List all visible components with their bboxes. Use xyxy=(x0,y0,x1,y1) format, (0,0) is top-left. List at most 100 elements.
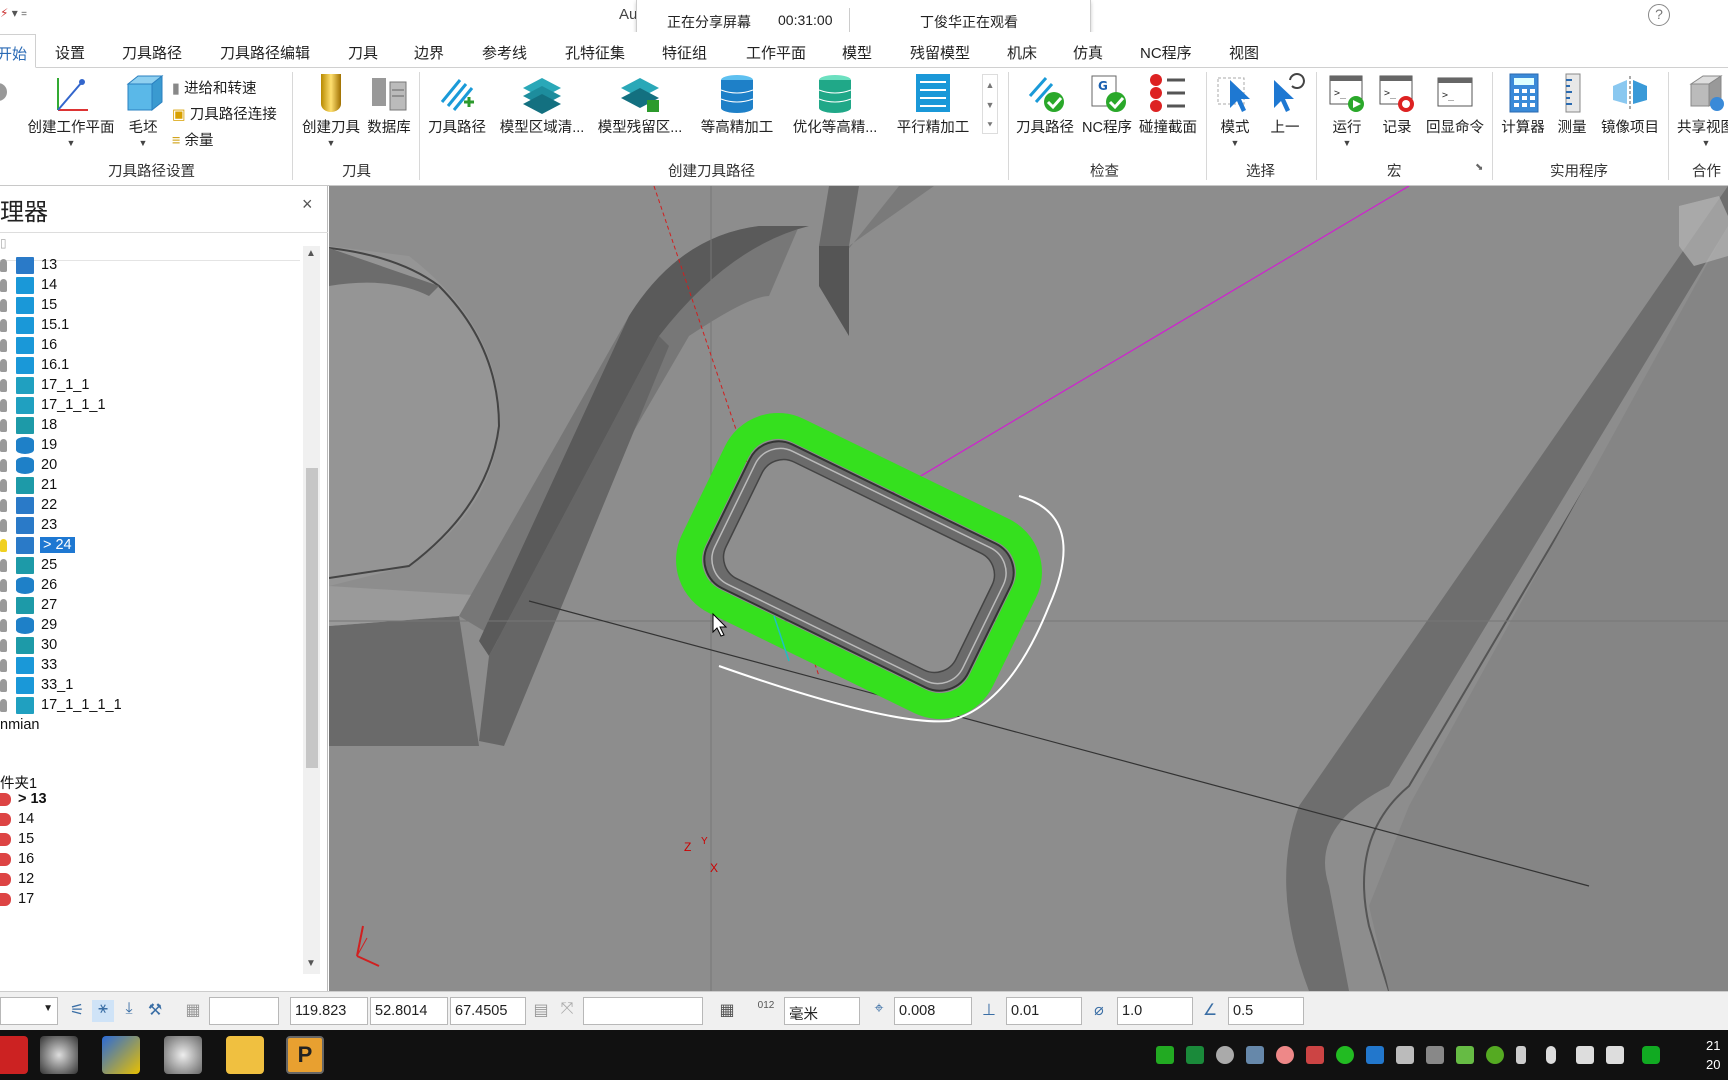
taskbar-app-powermill[interactable]: P xyxy=(286,1036,324,1074)
visibility-bulb-icon[interactable] xyxy=(0,619,7,632)
coordinate-y[interactable]: 52.8014 xyxy=(370,997,448,1025)
view-mode-icon[interactable]: ⚟ xyxy=(66,1000,88,1022)
visibility-bulb-icon[interactable] xyxy=(0,699,7,712)
scroll-down-icon[interactable]: ▼ xyxy=(306,958,316,969)
tab-stock-model[interactable]: 残留模型 xyxy=(910,42,970,63)
macro-record-button[interactable]: >_ 记录 xyxy=(1374,72,1420,137)
tray-app3-icon[interactable] xyxy=(1366,1046,1384,1064)
raster-finishing-button[interactable]: 平行精加工 xyxy=(892,72,974,137)
visibility-bulb-icon[interactable] xyxy=(0,319,7,332)
taskbar-app-partial[interactable] xyxy=(0,1036,28,1074)
stepover-field[interactable]: 0.01 xyxy=(1006,997,1082,1025)
workplane-dropdown[interactable]: ▼ xyxy=(0,997,58,1025)
toolpath-tree-item[interactable]: 17_1_1_1 xyxy=(0,396,300,416)
grid-icon[interactable]: ▦ xyxy=(182,1000,204,1022)
constant-z-finishing-button[interactable]: 等高精加工 xyxy=(696,72,778,137)
visibility-bulb-icon[interactable] xyxy=(0,339,7,352)
toolpath-tree-item[interactable]: 25 xyxy=(0,556,300,576)
select-previous-button[interactable]: 上一 xyxy=(1262,72,1308,137)
tray-volume-icon[interactable] xyxy=(1576,1046,1594,1064)
tolerance-field[interactable]: 0.008 xyxy=(894,997,972,1025)
tab-reference[interactable]: 参考线 xyxy=(482,42,527,63)
model-area-clearance-button[interactable]: 模型区域清... xyxy=(496,72,588,137)
tray-network-icon[interactable] xyxy=(1246,1046,1264,1064)
gear-partial-button[interactable] xyxy=(0,72,14,114)
tab-simulation[interactable]: 仿真 xyxy=(1073,42,1103,63)
toolpath-tree-item[interactable]: 16 xyxy=(0,336,300,356)
leads-links-button[interactable]: ▮ 进给和转速 xyxy=(172,77,257,98)
tray-cloud-icon[interactable] xyxy=(1216,1046,1234,1064)
toolpath-tree-item[interactable]: 18 xyxy=(0,416,300,436)
toolpath-tree-item[interactable]: 19 xyxy=(0,436,300,456)
tab-tool[interactable]: 刀具 xyxy=(348,42,378,63)
visibility-bulb-icon[interactable] xyxy=(0,419,7,432)
empty-input[interactable] xyxy=(583,997,703,1025)
database-button[interactable]: 数据库 xyxy=(364,72,414,137)
stock-button[interactable]: 毛坯 ▼ xyxy=(122,72,164,148)
toolpath-tree-item[interactable]: 27 xyxy=(0,596,300,616)
coordinate-x[interactable]: 119.823 xyxy=(290,997,368,1025)
coordinate-z[interactable]: 67.4505 xyxy=(450,997,526,1025)
explorer-filter-icon[interactable]: ▯ xyxy=(0,236,7,250)
calculator-button[interactable]: 计算器 xyxy=(1498,72,1548,137)
visibility-bulb-icon[interactable] xyxy=(0,399,7,412)
tray-mic-icon[interactable] xyxy=(1546,1046,1556,1064)
visibility-bulb-icon[interactable] xyxy=(0,559,7,572)
visibility-bulb-icon[interactable] xyxy=(0,479,7,492)
taskbar-clock[interactable]: 21 20 xyxy=(1706,1036,1720,1074)
align-icon[interactable]: ⤓ xyxy=(118,1000,140,1022)
close-icon[interactable]: × xyxy=(302,194,313,215)
taskbar-app-browser[interactable] xyxy=(40,1036,78,1074)
visibility-bulb-icon[interactable] xyxy=(0,639,7,652)
visibility-bulb-icon[interactable] xyxy=(0,539,7,552)
toolpath-tree-item[interactable]: > 24 xyxy=(0,536,300,556)
tab-setup[interactable]: 设置 xyxy=(55,42,85,63)
share-view-button[interactable]: 共享视图 ▼ xyxy=(1676,72,1728,148)
toolpath-tree-item[interactable]: 20 xyxy=(0,456,300,476)
toolpath-tree-item[interactable]: 33_1 xyxy=(0,676,300,696)
toolpath-tree-item[interactable]: 15 xyxy=(0,296,300,316)
model-rest-area-button[interactable]: 模型残留区... xyxy=(594,72,686,137)
create-tool-button[interactable]: 创建刀具 ▼ xyxy=(300,72,362,148)
toolpath-strategy-button[interactable]: 刀具路径 xyxy=(426,72,488,137)
toolpath-tree-item[interactable]: 26 xyxy=(0,576,300,596)
toolpath-tree-item[interactable]: 13 xyxy=(0,256,300,276)
quick-access-toolbar[interactable]: ⚡ ▾ = xyxy=(0,6,27,20)
toolpath-tree-item[interactable]: 33 xyxy=(0,656,300,676)
diameter-field[interactable]: 1.0 xyxy=(1117,997,1193,1025)
visibility-bulb-icon[interactable] xyxy=(0,359,7,372)
toolpath-tree-item[interactable]: 29 xyxy=(0,616,300,636)
tray-autodesk-icon[interactable] xyxy=(1396,1046,1414,1064)
visibility-bulb-icon[interactable] xyxy=(0,279,7,292)
toolpath-tree-item[interactable]: 17_1_1 xyxy=(0,376,300,396)
angle-field[interactable]: 0.5 xyxy=(1228,997,1304,1025)
tray-app5-icon[interactable] xyxy=(1486,1046,1504,1064)
tray-usb-icon[interactable] xyxy=(1516,1046,1526,1064)
tray-app4-icon[interactable] xyxy=(1426,1046,1444,1064)
tray-battery-icon[interactable] xyxy=(1156,1046,1174,1064)
toolpath-tree-item[interactable]: 23 xyxy=(0,516,300,536)
tab-workplane[interactable]: 工作平面 xyxy=(746,42,806,63)
toolpath-tree-item[interactable]: 17_1_1_1_1 xyxy=(0,696,300,716)
visibility-bulb-icon[interactable] xyxy=(0,299,7,312)
collision-section-button[interactable]: 碰撞截面 xyxy=(1136,72,1200,137)
visibility-bulb-icon[interactable] xyxy=(0,439,7,452)
graphics-viewport[interactable]: Z X Y xyxy=(329,186,1728,991)
toolpath-connect-button[interactable]: ▣ 刀具路径连接 xyxy=(172,103,277,124)
visibility-bulb-icon[interactable] xyxy=(0,579,7,592)
check-toolpath-button[interactable]: 刀具路径 xyxy=(1014,72,1076,137)
visibility-bulb-icon[interactable] xyxy=(0,259,7,272)
toolpath-tree-item[interactable]: 21 xyxy=(0,476,300,496)
tab-view[interactable]: 视图 xyxy=(1229,42,1259,63)
allowance-button[interactable]: ≡ 余量 xyxy=(172,129,214,150)
tab-nc-program[interactable]: NC程序 xyxy=(1140,42,1192,63)
tab-boundary[interactable]: 边界 xyxy=(414,42,444,63)
dialog-launcher-icon[interactable]: ⬊ xyxy=(1475,162,1483,173)
taskbar-app-cad[interactable] xyxy=(102,1036,140,1074)
visibility-bulb-icon[interactable] xyxy=(0,599,7,612)
tab-feature-group[interactable]: 特征组 xyxy=(662,42,707,63)
tab-toolpaths[interactable]: 刀具路径 xyxy=(122,42,182,63)
measure-button[interactable]: 测量 xyxy=(1552,72,1592,137)
create-workplane-button[interactable]: 创建工作平面 ▼ xyxy=(24,72,118,148)
tab-machine[interactable]: 机床 xyxy=(1007,42,1037,63)
